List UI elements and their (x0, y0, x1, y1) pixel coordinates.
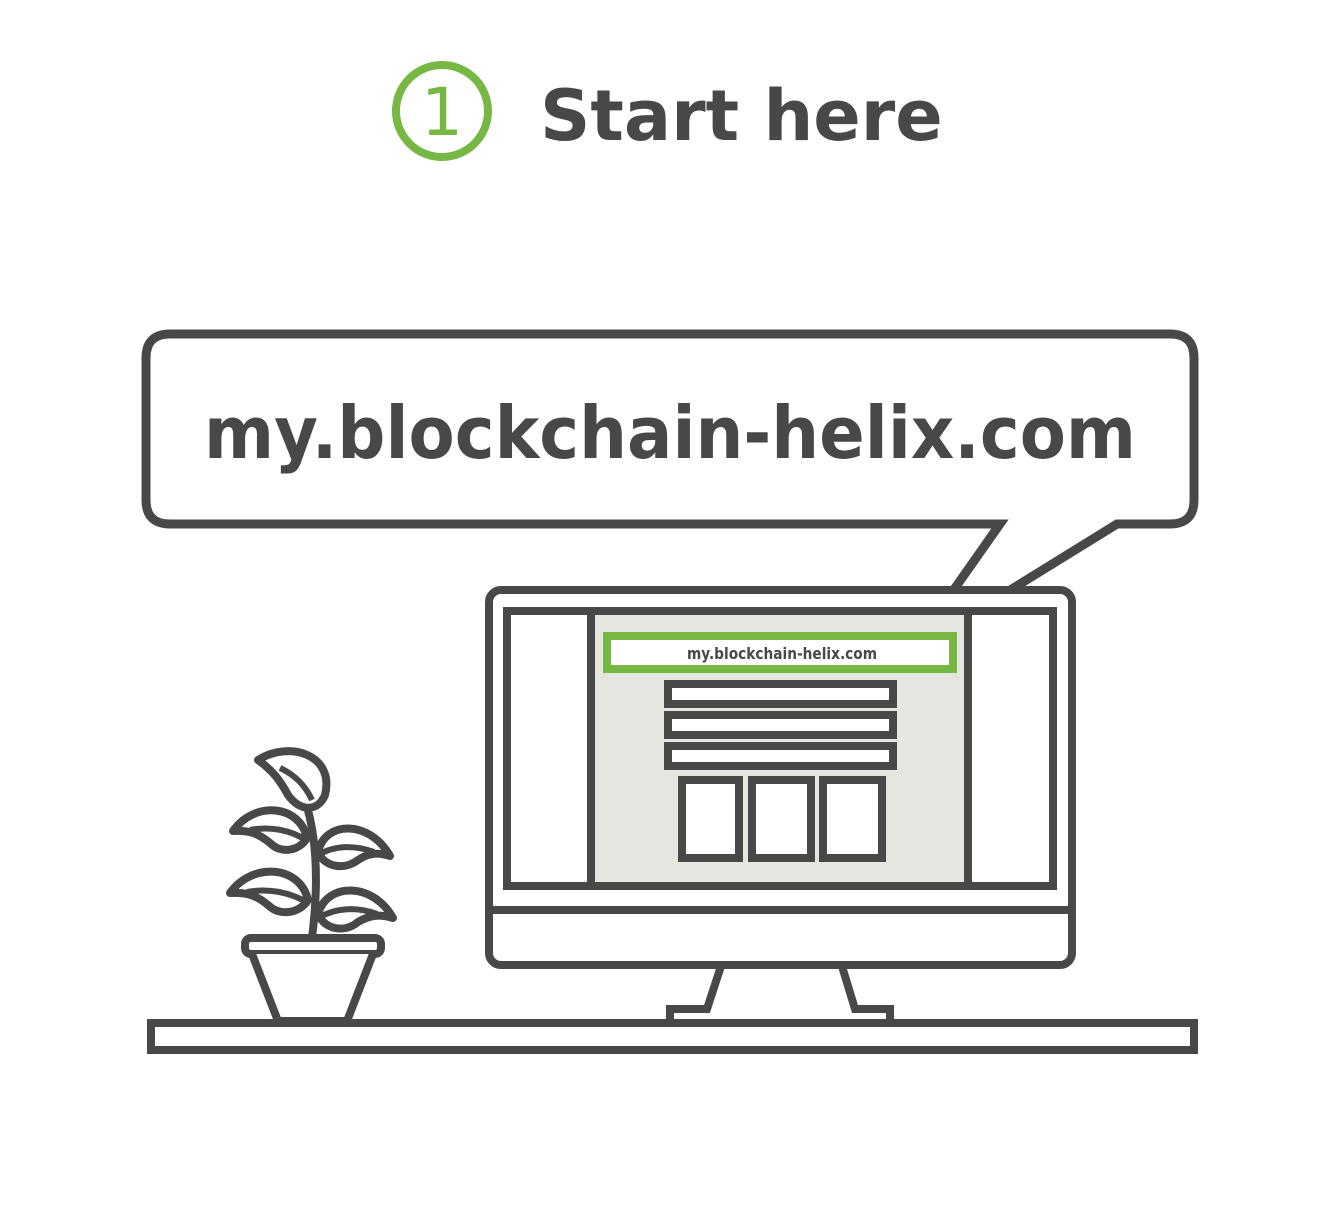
content-block (748, 776, 815, 862)
plant-pot (248, 952, 377, 1025)
start-here-illustration: 1 Start here my.blockchain-helix.com my.… (141, 61, 1199, 1054)
desk-shelf (147, 1019, 1198, 1054)
step-number: 1 (421, 74, 463, 151)
content-line (664, 711, 897, 739)
content-line (664, 742, 897, 770)
potted-plant-icon (226, 747, 397, 1025)
page-title: Start here (540, 75, 943, 157)
plant-stem (301, 796, 320, 942)
content-line (664, 680, 897, 708)
desktop-monitor-icon: my.blockchain-helix.com (485, 586, 1076, 1027)
address-bar-url: my.blockchain-helix.com (687, 644, 877, 663)
plant-leaf (254, 747, 331, 812)
monitor-stand (666, 961, 894, 1027)
content-block (819, 776, 886, 862)
step-header: 1 Start here (392, 61, 943, 161)
content-block (678, 776, 743, 862)
speech-bubble-url: my.blockchain-helix.com (204, 391, 1136, 475)
plant-pot-rim (241, 934, 385, 958)
